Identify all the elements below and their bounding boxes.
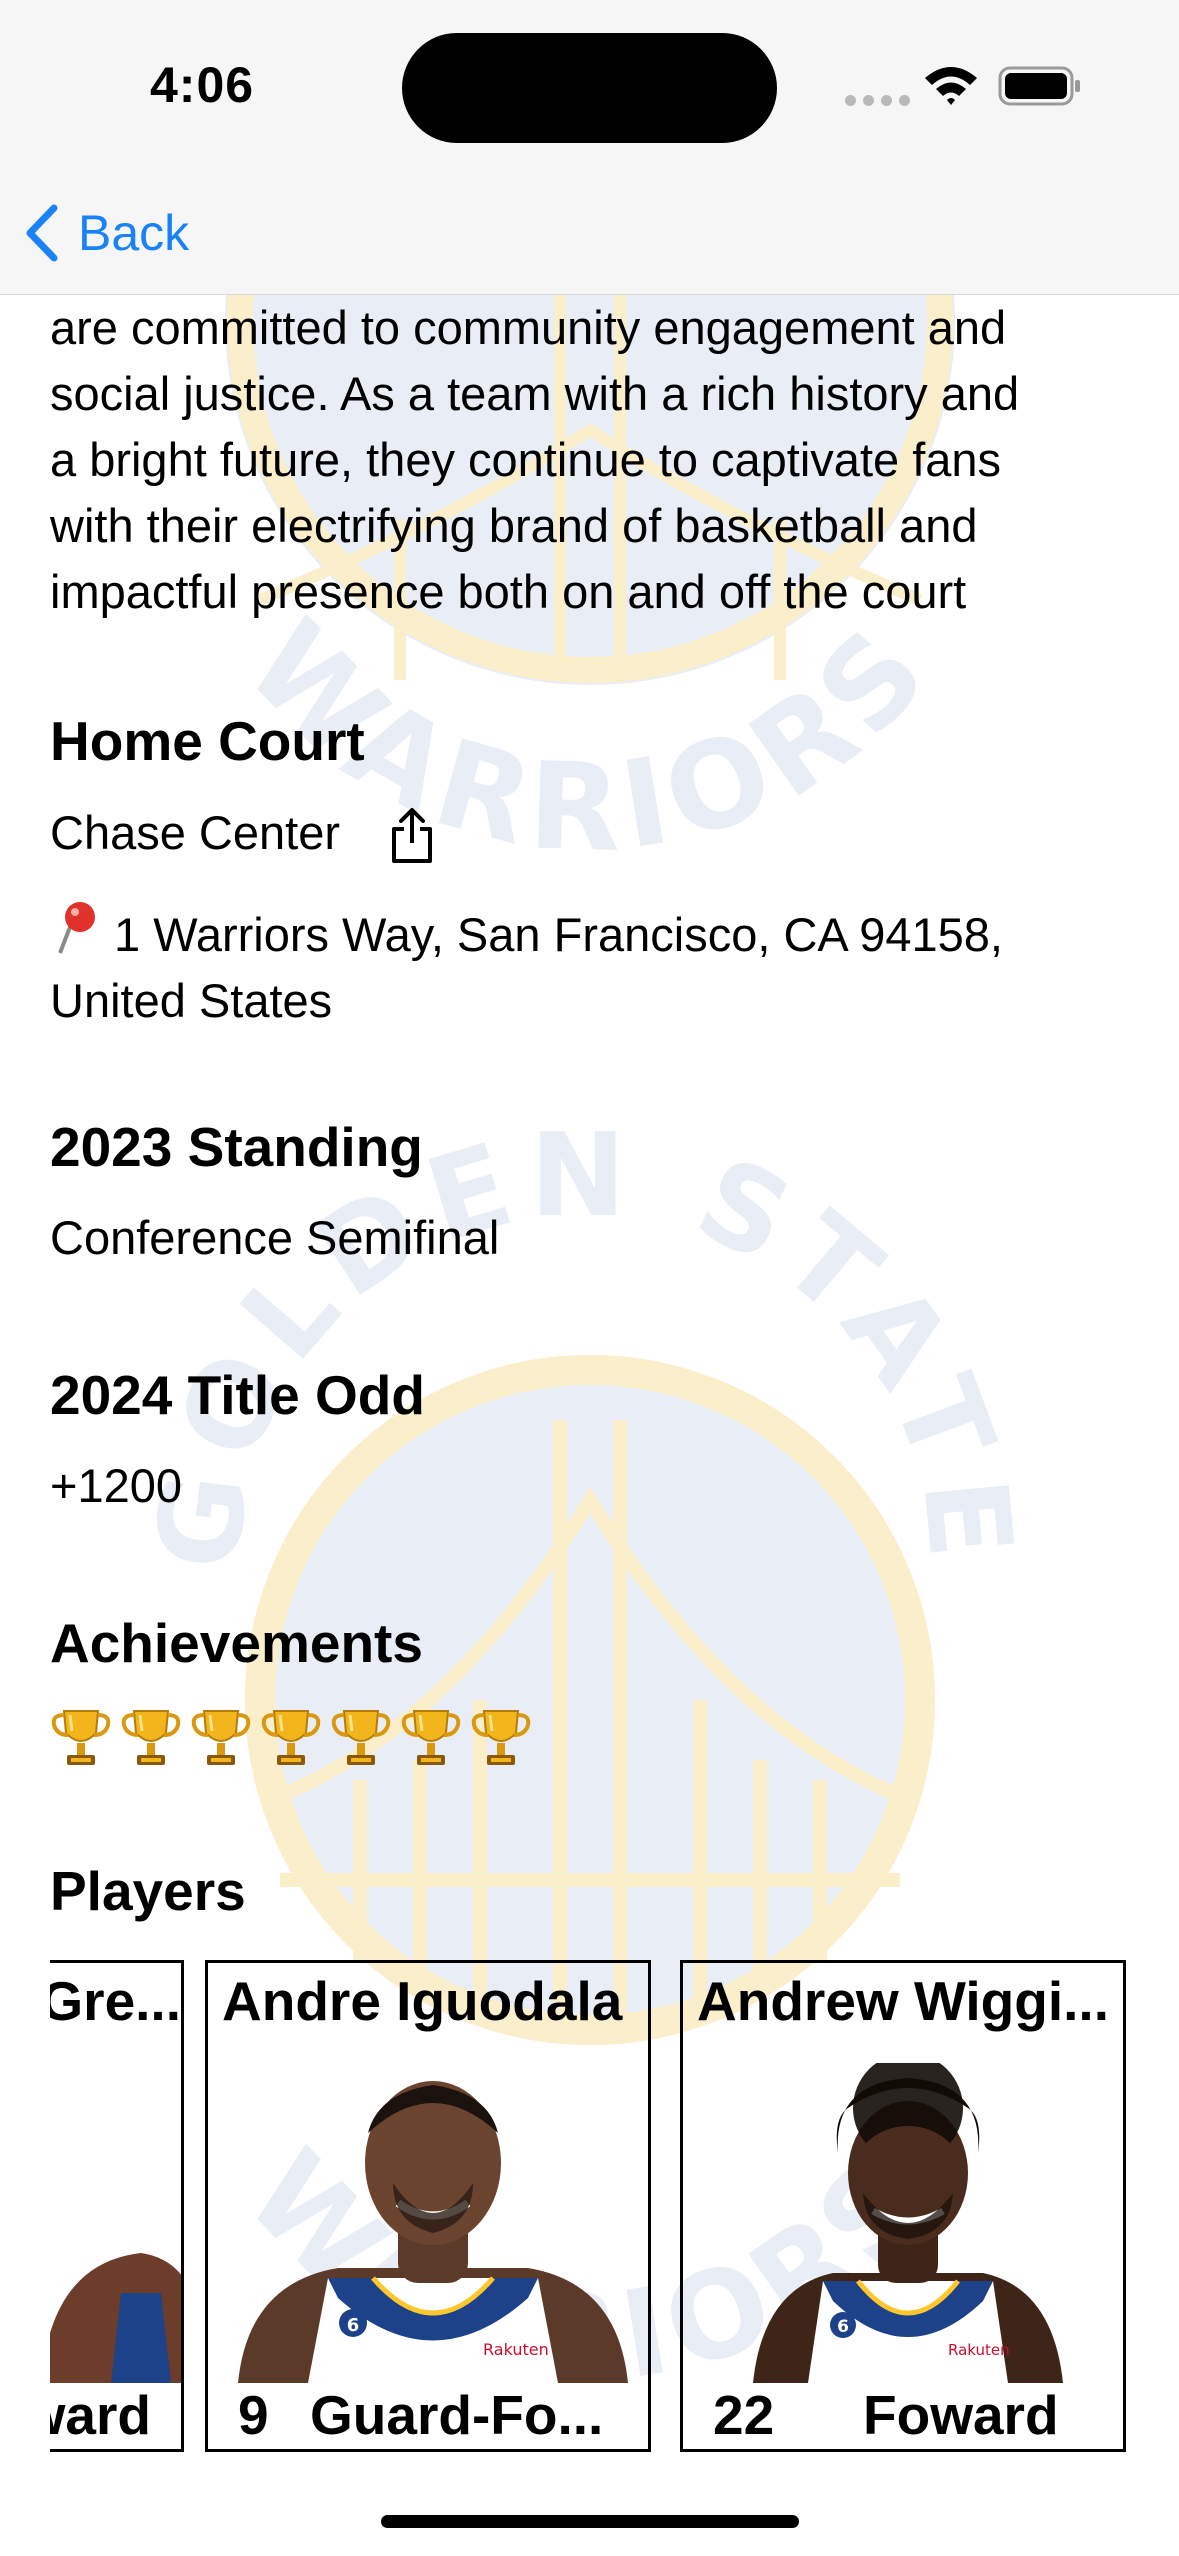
player-card[interactable]: Andrew Wiggi... 6 Rakuten 22 Foward — [680, 1960, 1126, 2452]
arena-address: 1 Warriors Way, San Francisco, CA 94158,… — [50, 901, 1130, 1034]
navigation-bar: Back — [0, 176, 1179, 295]
back-button[interactable]: Back — [24, 198, 189, 268]
player-photo — [50, 2253, 181, 2383]
back-label: Back — [78, 205, 190, 261]
cellular-signal-icon — [845, 95, 910, 106]
player-position: Foward — [50, 2384, 151, 2446]
home-indicator[interactable] — [381, 2515, 799, 2528]
svg-text:Rakuten: Rakuten — [948, 2341, 1010, 2359]
arena-name: Chase Center — [50, 806, 340, 859]
team-detail-content[interactable]: are committed to community engagement an… — [0, 295, 1179, 2556]
player-card[interactable]: Draymond Gre... Foward — [50, 1960, 184, 2452]
battery-icon — [998, 66, 1080, 106]
achievements-title: Achievements — [50, 1612, 423, 1674]
standing-title: 2023 Standing — [50, 1116, 423, 1178]
players-title: Players — [50, 1860, 246, 1922]
description-line: social justice. As a team with a rich hi… — [50, 367, 1020, 420]
svg-text:6: 6 — [347, 2315, 360, 2336]
player-name: Andrew Wiggi... — [697, 1970, 1109, 2032]
player-position: Foward — [863, 2384, 1059, 2446]
player-photo: 6 Rakuten — [238, 2081, 628, 2383]
location-pin-icon — [58, 902, 95, 954]
chevron-left-icon — [26, 204, 58, 262]
trophy-icon — [401, 1710, 461, 1765]
trophy-icon — [51, 1710, 111, 1765]
team-description: are committed to community engagement an… — [50, 295, 1140, 625]
trophy-icon — [191, 1710, 251, 1765]
player-photo: 6 Rakuten — [753, 2063, 1063, 2383]
trophy-row — [50, 1705, 532, 1771]
title-odd-value: +1200 — [50, 1459, 183, 1512]
title-odd-title: 2024 Title Odd — [50, 1364, 425, 1426]
player-position: Guard-Fo... — [310, 2384, 604, 2446]
address-line-2: United States — [50, 974, 333, 1027]
trophy-icon — [471, 1710, 531, 1765]
trophy-icon — [331, 1710, 391, 1765]
description-line: a bright future, they continue to captiv… — [50, 433, 1002, 486]
player-number: 22 — [713, 2384, 775, 2446]
player-card[interactable]: Andre Iguodala 6 Rakuten 9 Guard-Fo... — [205, 1960, 651, 2452]
home-court-title: Home Court — [50, 710, 365, 772]
wifi-icon — [925, 67, 977, 105]
player-number: 9 — [238, 2384, 269, 2446]
description-line: are committed to community engagement an… — [50, 301, 1007, 354]
svg-text:6: 6 — [837, 2317, 849, 2337]
dynamic-island — [402, 33, 777, 143]
standing-value: Conference Semifinal — [50, 1211, 500, 1264]
trophy-icon — [121, 1710, 181, 1765]
trophy-icon — [261, 1710, 321, 1765]
player-name: Draymond Gre... — [50, 1970, 181, 2032]
status-bar: 4:06 — [0, 0, 1179, 176]
player-name: Andre Iguodala — [222, 1970, 623, 2032]
description-line: impactful presence both on and off the c… — [50, 565, 967, 618]
description-line: with their electrifying brand of basketb… — [50, 499, 978, 552]
svg-text:Rakuten: Rakuten — [483, 2340, 549, 2359]
share-icon[interactable] — [388, 807, 436, 865]
players-carousel[interactable]: Draymond Gre... Foward Andre Iguodala — [50, 1960, 1179, 2460]
status-time: 4:06 — [150, 57, 255, 113]
address-line-1: 1 Warriors Way, San Francisco, CA 94158, — [114, 908, 1003, 961]
screen: WARRIORS GOLDEN STATE W IOR are committe… — [0, 0, 1179, 2556]
